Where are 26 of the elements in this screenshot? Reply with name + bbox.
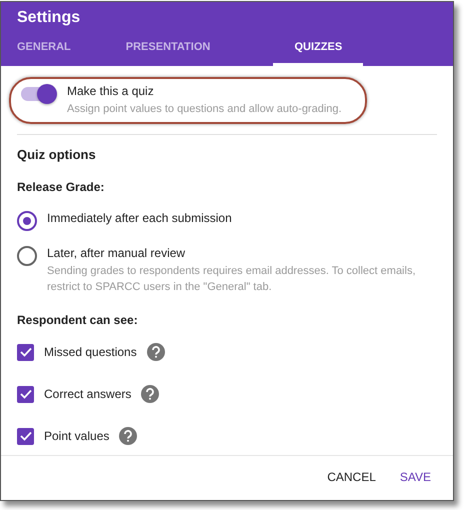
quiz-switch[interactable] bbox=[21, 87, 55, 101]
radio-button[interactable] bbox=[17, 211, 37, 231]
checkbox-label: Point values bbox=[44, 429, 110, 443]
radio-label: Later, after manual review bbox=[47, 246, 186, 260]
radio-label: Immediately after each submission bbox=[47, 211, 232, 225]
section-title: Quiz options bbox=[17, 147, 97, 162]
help-icon[interactable] bbox=[141, 385, 160, 403]
checkbox[interactable] bbox=[17, 428, 34, 444]
save-button[interactable]: SAVE bbox=[392, 466, 439, 488]
checkbox-label: Missed questions bbox=[44, 345, 137, 359]
help-icon[interactable] bbox=[146, 343, 165, 361]
tab[interactable]: GENERAL bbox=[17, 33, 71, 66]
dialog-title: Settings bbox=[17, 9, 82, 28]
switch-description: Assign point values to questions and allow auto-grading. bbox=[67, 102, 342, 117]
tab[interactable]: QUIZZES bbox=[273, 33, 364, 66]
checkbox-label: Correct answers bbox=[44, 387, 132, 401]
radio-description: Sending grades to respondents requires email addresses. To collect emails, restrict to SPARCC users in the "General" tab. bbox=[47, 264, 416, 295]
checkbox[interactable] bbox=[17, 344, 34, 360]
cancel-button[interactable]: CANCEL bbox=[319, 466, 384, 488]
respondent-heading: Respondent can see: bbox=[17, 313, 139, 327]
release-grade-heading: Release Grade: bbox=[17, 180, 106, 194]
radio-button[interactable] bbox=[17, 246, 37, 266]
switch-label: Make this a quiz bbox=[67, 84, 155, 98]
checkbox[interactable] bbox=[17, 386, 34, 402]
tab[interactable]: PRESENTATION bbox=[126, 33, 210, 66]
help-icon[interactable] bbox=[119, 427, 138, 445]
